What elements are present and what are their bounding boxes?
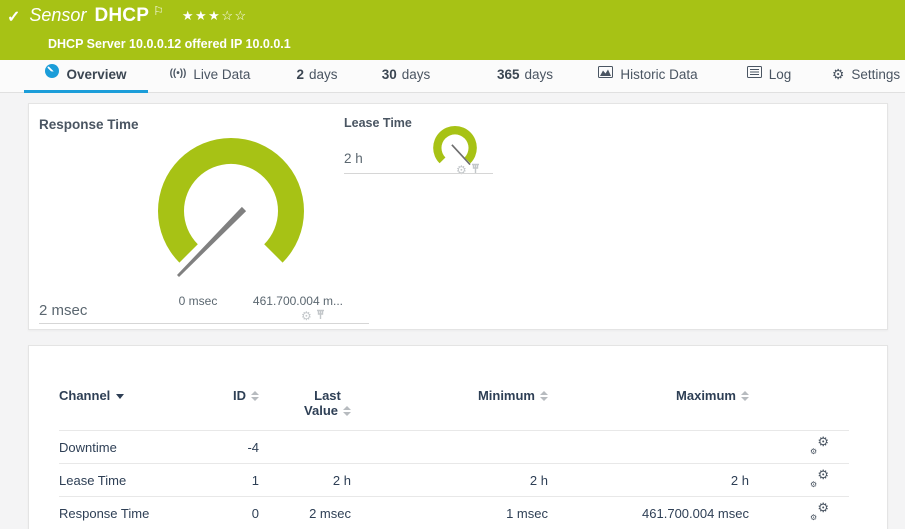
flag-icon[interactable]: ⚐ <box>153 4 164 18</box>
sort-icon <box>251 390 259 401</box>
sort-icon <box>343 405 351 416</box>
gauge-scale-max: 461.700.004 m... <box>252 294 343 308</box>
channel-last-value: 2 h <box>259 463 351 497</box>
stars-filled: ★★★ <box>181 8 222 23</box>
gauge-block-divider <box>39 323 369 324</box>
tab-settings[interactable]: ⚙ Settings <box>830 60 902 93</box>
column-header-last-value[interactable]: Last Value <box>259 382 351 431</box>
channel-settings-gears-icon[interactable]: ⚙ ⚙ <box>810 500 829 522</box>
column-header-minimum[interactable]: Minimum <box>351 382 548 431</box>
response-time-gauge-title: Response Time <box>39 117 139 132</box>
tab-log[interactable]: Log <box>738 60 800 93</box>
channel-maximum: 461.700.004 msec <box>548 496 749 529</box>
channel-table-panel: Channel ID Last Value Minimum Maximum Do… <box>28 345 888 529</box>
gauges-panel: Response Time 0 msec 461.700.004 m... 2 … <box>28 103 888 330</box>
channel-maximum: 2 h <box>548 463 749 497</box>
tab-label: Live Data <box>193 67 251 82</box>
sort-icon <box>741 390 749 401</box>
channel-settings-gears-icon[interactable]: ⚙ ⚙ <box>810 434 829 456</box>
tab-label: days <box>524 67 554 82</box>
live-data-icon: ((•)) <box>169 67 187 79</box>
sensor-header: ✓ Sensor DHCP ⚐ ★★★☆☆ DHCP Server 10.0.0… <box>0 0 905 60</box>
channel-minimum <box>351 430 548 464</box>
column-header-actions <box>749 382 849 431</box>
channel-name[interactable]: Downtime <box>59 430 209 464</box>
stars-empty: ☆☆ <box>221 8 248 23</box>
column-header-id[interactable]: ID <box>209 382 259 431</box>
channel-maximum <box>548 430 749 464</box>
tab-historic-data[interactable]: Historic Data <box>590 60 706 93</box>
table-row: Response Time 0 2 msec 1 msec 461.700.00… <box>59 496 849 529</box>
gauge-icon <box>45 59 60 89</box>
tab-label: Settings <box>851 67 901 82</box>
lease-time-current-value: 2 h <box>344 151 363 166</box>
header-label: Channel <box>59 388 111 403</box>
channel-table: Channel ID Last Value Minimum Maximum Do… <box>59 382 849 529</box>
column-header-channel[interactable]: Channel <box>59 382 209 431</box>
header-label: Maximum <box>676 388 736 403</box>
tab-30-days[interactable]: 30 days <box>368 60 444 93</box>
sensor-name: DHCP <box>94 5 150 26</box>
tab-number: 30 <box>381 67 397 82</box>
object-kind-label: Sensor <box>29 5 87 25</box>
tab-number: 365 <box>496 67 520 82</box>
response-time-gauge <box>157 137 304 277</box>
channel-minimum: 2 h <box>351 463 548 497</box>
gauge-block-divider <box>344 173 493 174</box>
channel-last-value <box>259 430 351 464</box>
header-label: Value <box>304 403 338 418</box>
tab-2-days[interactable]: 2 days <box>282 60 352 93</box>
sort-icon <box>540 390 548 401</box>
channel-last-value: 2 msec <box>259 496 351 529</box>
tab-label: days <box>401 67 431 82</box>
gauge-settings-gear-icon[interactable]: ⚙ <box>301 310 312 322</box>
channel-id: -4 <box>209 430 259 464</box>
header-label: ID <box>233 388 246 403</box>
tab-365-days[interactable]: 365 days <box>483 60 567 93</box>
table-row: Downtime -4 ⚙ ⚙ <box>59 430 849 464</box>
status-ok-icon: ✓ <box>7 9 21 26</box>
channel-name[interactable]: Response Time <box>59 496 209 529</box>
tab-label: Historic Data <box>620 67 698 82</box>
sort-caret-icon <box>116 394 125 400</box>
log-icon <box>746 59 762 89</box>
tab-label: days <box>308 67 338 82</box>
channel-settings-gears-icon[interactable]: ⚙ ⚙ <box>810 467 829 489</box>
header-label: Minimum <box>477 388 535 403</box>
priority-stars[interactable]: ★★★☆☆ <box>182 8 248 24</box>
tab-label: Overview <box>66 67 127 82</box>
response-time-current-value: 2 msec <box>39 302 88 319</box>
gauge-settings-gear-icon[interactable]: ⚙ <box>456 164 467 176</box>
channel-name[interactable]: Lease Time <box>59 463 209 497</box>
tab-label: Log <box>768 67 792 82</box>
gear-icon: ⚙ <box>831 65 845 82</box>
column-header-maximum[interactable]: Maximum <box>548 382 749 431</box>
channel-minimum: 1 msec <box>351 496 548 529</box>
gauge-scale-min: 0 msec <box>178 294 218 308</box>
tab-live-data[interactable]: ((•)) Live Data <box>160 60 260 93</box>
tab-bar: Overview ((•)) Live Data 2 days 30 days 365… <box>0 60 905 93</box>
tab-overview[interactable]: Overview <box>24 60 148 93</box>
lease-time-gauge-title: Lease Time <box>344 116 412 130</box>
channel-id: 0 <box>209 496 259 529</box>
tab-number: 2 <box>296 67 304 82</box>
table-row: Lease Time 1 2 h 2 h 2 h ⚙ ⚙ <box>59 463 849 497</box>
header-label: Last <box>314 388 341 403</box>
sensor-status-message: DHCP Server 10.0.0.12 offered IP 10.0.0.… <box>48 37 291 51</box>
gauge-pin-icon[interactable] <box>471 161 480 179</box>
historic-chart-icon <box>598 59 614 89</box>
channel-id: 1 <box>209 463 259 497</box>
